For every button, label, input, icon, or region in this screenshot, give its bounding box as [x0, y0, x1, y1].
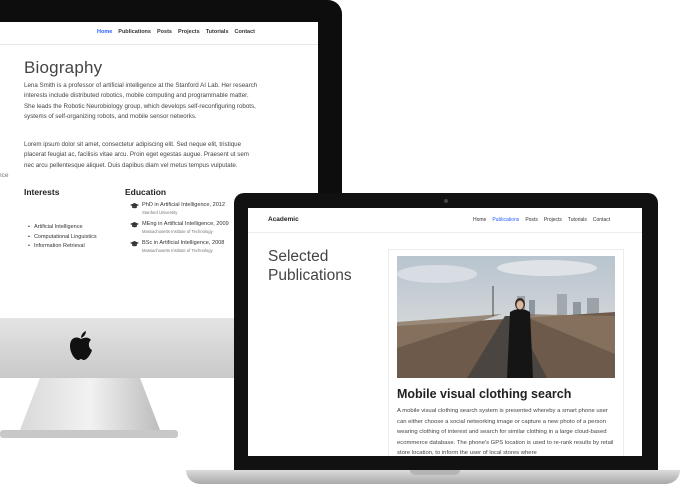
- camera-icon: [444, 199, 448, 203]
- nav-item-posts[interactable]: Posts: [157, 29, 172, 35]
- lorem-paragraph: Lorem ipsum dolor sit amet, consectetur …: [24, 141, 249, 169]
- biography-paragraph: Lena Smith is a professor of artificial …: [24, 82, 258, 121]
- education-institution: Massachusetts Institute of Technology: [142, 248, 213, 253]
- nav-item-projects[interactable]: Projects: [544, 217, 562, 223]
- nav-item-home[interactable]: Home: [473, 217, 486, 223]
- macbook-nav-list: Home Publications Posts Projects Tutoria…: [473, 217, 610, 223]
- graduation-cap-icon: [130, 241, 139, 247]
- education-heading: Education: [125, 187, 167, 197]
- graduation-cap-icon: [130, 203, 139, 209]
- nav-item-tutorials[interactable]: Tutorials: [206, 29, 229, 35]
- nav-item-posts[interactable]: Posts: [525, 217, 538, 223]
- macbook-notch: [410, 470, 460, 475]
- imac-stand: [0, 378, 178, 438]
- publication-title[interactable]: Mobile visual clothing search: [397, 387, 571, 401]
- education-institution: Stanford University: [142, 210, 178, 215]
- nav-item-home[interactable]: Home: [97, 29, 112, 35]
- publication-card[interactable]: Mobile visual clothing search A mobile v…: [388, 249, 624, 456]
- education-institution: Massachusetts Institute of Technology: [142, 229, 213, 234]
- imac-navbar: Home Publications Posts Projects Tutoria…: [0, 22, 318, 45]
- nav-item-projects[interactable]: Projects: [178, 29, 200, 35]
- nav-item-tutorials[interactable]: Tutorials: [568, 217, 587, 223]
- publication-abstract: A mobile visual clothing search system i…: [397, 408, 614, 456]
- nav-item-publications[interactable]: Publications: [118, 29, 151, 35]
- education-degree: MEng in Artificial Intelligence, 2009: [142, 221, 229, 227]
- macbook-screen: Academic Home Publications Posts Project…: [248, 208, 642, 456]
- nav-item-contact[interactable]: Contact: [235, 29, 255, 35]
- graduation-cap-icon: [130, 222, 139, 228]
- list-item: Artificial Intelligence: [28, 223, 97, 233]
- macbook-navbar: Academic Home Publications Posts Project…: [248, 208, 642, 233]
- publication-image[interactable]: [397, 256, 615, 378]
- nav-item-contact[interactable]: Contact: [593, 217, 610, 223]
- list-item: Computational Linguistics: [28, 233, 97, 243]
- apple-logo-icon: [70, 331, 92, 360]
- imac-nav-list: Home Publications Posts Projects Tutoria…: [97, 29, 255, 35]
- clipped-sidebar-text: nce: [0, 172, 9, 179]
- interests-list: Artificial Intelligence Computational Li…: [28, 223, 97, 252]
- list-item: Information Retrieval: [28, 242, 97, 252]
- nav-item-publications[interactable]: Publications: [492, 217, 519, 223]
- education-degree: BSc in Artificial Intelligence, 2008: [142, 240, 225, 246]
- section-title: Selected Publications: [268, 248, 352, 284]
- site-brand[interactable]: Academic: [268, 216, 299, 223]
- interests-heading: Interests: [24, 187, 60, 197]
- biography-heading: Biography: [24, 58, 103, 77]
- education-degree: PhD in Artificial Intelligence, 2012: [142, 202, 226, 208]
